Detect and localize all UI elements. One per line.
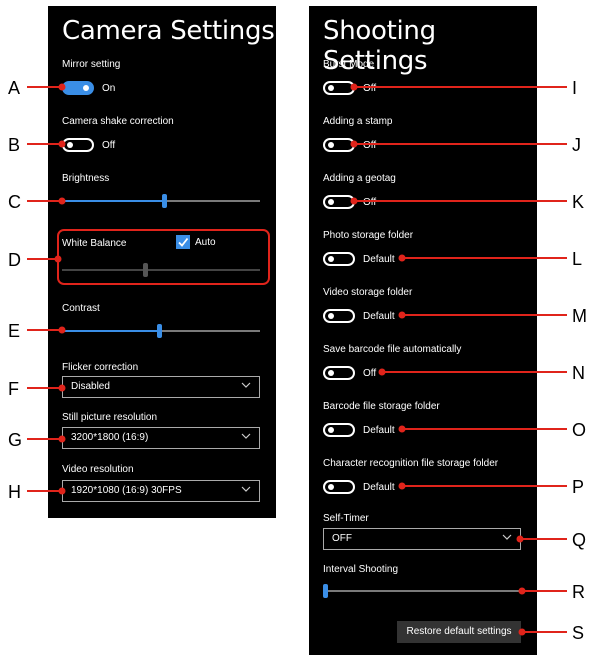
callout-letter-o: O [572,420,587,440]
callout-dot-r [518,587,526,595]
callout-dot-g [58,435,66,443]
callout-dot-e [58,326,66,334]
callout-letter-g: G [8,430,23,450]
callout-letter-h: H [8,482,21,502]
callout-letter-a: A [8,78,21,98]
callout-dot-b [58,140,66,148]
callout-letter-q: Q [572,530,587,550]
callout-dot-f [58,384,66,392]
callout-letter-c: C [8,192,21,212]
callout-letter-s: S [572,623,585,643]
callout-letter-r: R [572,582,585,602]
callout-letter-b: B [8,135,21,155]
callout-dot-c [58,197,66,205]
callout-arrows [27,83,567,636]
callout-dot-j [350,140,358,148]
callout-dot-s [518,628,526,636]
callout-letter-m: M [572,306,587,326]
callout-dot-h [58,487,66,495]
callout-letter-p: P [572,477,585,497]
callout-dot-m [398,311,406,319]
callout-letter-f: F [8,379,19,399]
callout-letter-e: E [8,321,21,341]
callout-dot-d [54,255,62,263]
callout-letter-j: J [572,135,581,155]
callout-dot-q [516,535,524,543]
callout-letter-l: L [572,249,583,269]
callout-dot-n [378,368,386,376]
callout-letter-i: I [572,78,578,98]
callout-dot-a [58,83,66,91]
callout-letter-d: D [8,250,21,270]
callout-dot-i [350,83,358,91]
callout-dot-p [398,482,406,490]
callout-dot-l [398,254,406,262]
callout-letter-k: K [572,192,585,212]
callout-letter-n: N [572,363,585,383]
callout-dot-o [398,425,406,433]
callout-dot-k [350,197,358,205]
